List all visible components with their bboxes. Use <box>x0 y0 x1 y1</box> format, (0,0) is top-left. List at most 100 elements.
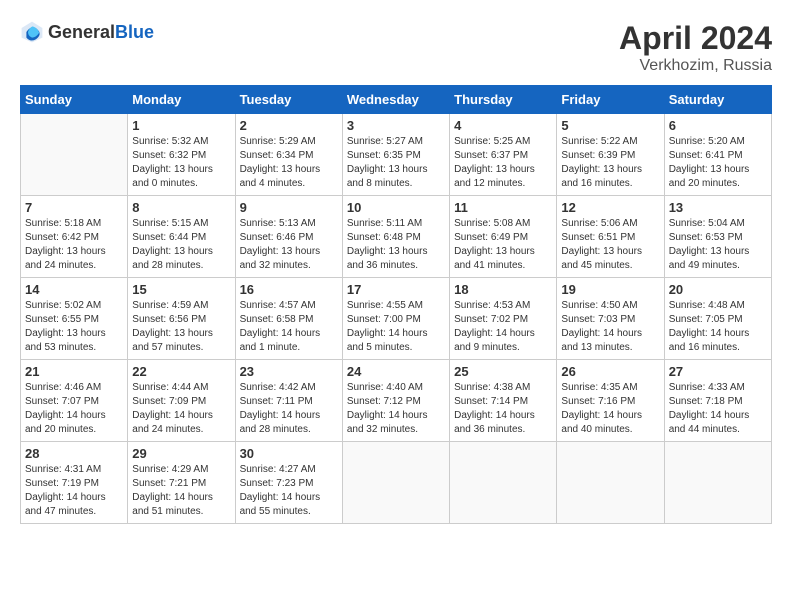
calendar-header-row: Sunday Monday Tuesday Wednesday Thursday… <box>21 86 772 114</box>
day-number: 23 <box>240 364 338 379</box>
calendar-week-row: 7Sunrise: 5:18 AMSunset: 6:42 PMDaylight… <box>21 196 772 278</box>
table-row: 29 Sunrise: 4:29 AMSunset: 7:21 PMDayligh… <box>128 442 235 524</box>
table-row: 1 Sunrise: 5:32 AMSunset: 6:32 PMDaylight… <box>128 114 235 196</box>
col-thursday: Thursday <box>450 86 557 114</box>
calendar-week-row: 28 Sunrise: 4:31 AMSunset: 7:19 PMDayligh… <box>21 442 772 524</box>
table-row: 13Sunrise: 5:04 AMSunset: 6:53 PMDayligh… <box>664 196 771 278</box>
table-row <box>664 442 771 524</box>
table-row: 12Sunrise: 5:06 AMSunset: 6:51 PMDayligh… <box>557 196 664 278</box>
day-number: 25 <box>454 364 552 379</box>
day-info: Sunrise: 5:29 AMSunset: 6:34 PMDaylight:… <box>240 135 338 191</box>
day-info: Sunrise: 5:11 AMSunset: 6:48 PMDaylight:… <box>347 217 445 273</box>
table-row: 18 Sunrise: 4:53 AMSunset: 7:02 PMDayligh… <box>450 278 557 360</box>
day-number: 13 <box>669 200 767 215</box>
logo-blue: Blue <box>115 22 154 42</box>
day-info: Sunrise: 4:53 AMSunset: 7:02 PMDaylight:… <box>454 299 552 355</box>
table-row <box>342 442 449 524</box>
day-number: 21 <box>25 364 123 379</box>
table-row: 10Sunrise: 5:11 AMSunset: 6:48 PMDayligh… <box>342 196 449 278</box>
table-row: 28 Sunrise: 4:31 AMSunset: 7:19 PMDayligh… <box>21 442 128 524</box>
day-number: 14 <box>25 282 123 297</box>
location-subtitle: Verkhozim, Russia <box>619 57 772 75</box>
day-number: 16 <box>240 282 338 297</box>
day-info: Sunrise: 4:48 AMSunset: 7:05 PMDaylight:… <box>669 299 767 355</box>
day-number: 15 <box>132 282 230 297</box>
logo-general: General <box>48 22 115 42</box>
day-info: Sunrise: 4:40 AMSunset: 7:12 PMDaylight:… <box>347 381 445 437</box>
table-row: 16 Sunrise: 4:57 AMSunset: 6:58 PMDayligh… <box>235 278 342 360</box>
table-row: 6 Sunrise: 5:20 AMSunset: 6:41 PMDaylight… <box>664 114 771 196</box>
day-number: 27 <box>669 364 767 379</box>
day-info: Sunrise: 5:20 AMSunset: 6:41 PMDaylight:… <box>669 135 767 191</box>
table-row: 3Sunrise: 5:27 AMSunset: 6:35 PMDaylight… <box>342 114 449 196</box>
day-info: Sunrise: 5:08 AMSunset: 6:49 PMDaylight:… <box>454 217 552 273</box>
table-row: 22 Sunrise: 4:44 AMSunset: 7:09 PMDayligh… <box>128 360 235 442</box>
table-row: 4Sunrise: 5:25 AMSunset: 6:37 PMDaylight… <box>450 114 557 196</box>
day-info: Sunrise: 4:50 AMSunset: 7:03 PMDaylight:… <box>561 299 659 355</box>
day-number: 2 <box>240 118 338 133</box>
day-info: Sunrise: 5:13 AMSunset: 6:46 PMDaylight:… <box>240 217 338 273</box>
day-info: Sunrise: 5:06 AMSunset: 6:51 PMDaylight:… <box>561 217 659 273</box>
table-row <box>21 114 128 196</box>
day-number: 18 <box>454 282 552 297</box>
col-friday: Friday <box>557 86 664 114</box>
month-title: April 2024 <box>619 20 772 57</box>
col-saturday: Saturday <box>664 86 771 114</box>
day-info: Sunrise: 5:02 AMSunset: 6:55 PMDaylight:… <box>25 299 123 355</box>
col-tuesday: Tuesday <box>235 86 342 114</box>
day-number: 9 <box>240 200 338 215</box>
day-info: Sunrise: 4:31 AMSunset: 7:19 PMDaylight:… <box>25 463 123 519</box>
day-number: 24 <box>347 364 445 379</box>
day-info: Sunrise: 4:57 AMSunset: 6:58 PMDaylight:… <box>240 299 338 355</box>
day-number: 1 <box>132 118 230 133</box>
day-info: Sunrise: 4:35 AMSunset: 7:16 PMDaylight:… <box>561 381 659 437</box>
table-row: 25Sunrise: 4:38 AMSunset: 7:14 PMDayligh… <box>450 360 557 442</box>
table-row: 2 Sunrise: 5:29 AMSunset: 6:34 PMDaylight… <box>235 114 342 196</box>
day-number: 19 <box>561 282 659 297</box>
day-info: Sunrise: 4:55 AMSunset: 7:00 PMDaylight:… <box>347 299 445 355</box>
day-number: 8 <box>132 200 230 215</box>
day-number: 6 <box>669 118 767 133</box>
day-number: 29 <box>132 446 230 461</box>
day-info: Sunrise: 4:46 AMSunset: 7:07 PMDaylight:… <box>25 381 123 437</box>
day-number: 11 <box>454 200 552 215</box>
day-number: 20 <box>669 282 767 297</box>
col-sunday: Sunday <box>21 86 128 114</box>
table-row <box>557 442 664 524</box>
day-info: Sunrise: 5:15 AMSunset: 6:44 PMDaylight:… <box>132 217 230 273</box>
table-row: 14 Sunrise: 5:02 AMSunset: 6:55 PMDayligh… <box>21 278 128 360</box>
day-info: Sunrise: 5:22 AMSunset: 6:39 PMDaylight:… <box>561 135 659 191</box>
table-row: 17 Sunrise: 4:55 AMSunset: 7:00 PMDayligh… <box>342 278 449 360</box>
table-row: 26Sunrise: 4:35 AMSunset: 7:16 PMDayligh… <box>557 360 664 442</box>
logo-text: GeneralBlue <box>48 22 154 43</box>
day-info: Sunrise: 4:42 AMSunset: 7:11 PMDaylight:… <box>240 381 338 437</box>
table-row: 9 Sunrise: 5:13 AMSunset: 6:46 PMDaylight… <box>235 196 342 278</box>
page-header: GeneralBlue April 2024 Verkhozim, Russia <box>20 20 772 75</box>
col-monday: Monday <box>128 86 235 114</box>
logo-icon <box>20 20 44 44</box>
table-row: 7Sunrise: 5:18 AMSunset: 6:42 PMDaylight… <box>21 196 128 278</box>
col-wednesday: Wednesday <box>342 86 449 114</box>
table-row: 5 Sunrise: 5:22 AMSunset: 6:39 PMDaylight… <box>557 114 664 196</box>
table-row: 23 Sunrise: 4:42 AMSunset: 7:11 PMDayligh… <box>235 360 342 442</box>
table-row: 30Sunrise: 4:27 AMSunset: 7:23 PMDayligh… <box>235 442 342 524</box>
calendar-week-row: 1 Sunrise: 5:32 AMSunset: 6:32 PMDaylight… <box>21 114 772 196</box>
calendar-week-row: 14 Sunrise: 5:02 AMSunset: 6:55 PMDayligh… <box>21 278 772 360</box>
day-number: 28 <box>25 446 123 461</box>
table-row: 20 Sunrise: 4:48 AMSunset: 7:05 PMDayligh… <box>664 278 771 360</box>
day-number: 7 <box>25 200 123 215</box>
day-info: Sunrise: 4:44 AMSunset: 7:09 PMDaylight:… <box>132 381 230 437</box>
day-info: Sunrise: 4:59 AMSunset: 6:56 PMDaylight:… <box>132 299 230 355</box>
table-row: 15 Sunrise: 4:59 AMSunset: 6:56 PMDayligh… <box>128 278 235 360</box>
day-info: Sunrise: 5:25 AMSunset: 6:37 PMDaylight:… <box>454 135 552 191</box>
day-info: Sunrise: 5:32 AMSunset: 6:32 PMDaylight:… <box>132 135 230 191</box>
calendar-week-row: 21 Sunrise: 4:46 AMSunset: 7:07 PMDayligh… <box>21 360 772 442</box>
day-number: 22 <box>132 364 230 379</box>
day-info: Sunrise: 4:29 AMSunset: 7:21 PMDaylight:… <box>132 463 230 519</box>
day-info: Sunrise: 4:27 AMSunset: 7:23 PMDaylight:… <box>240 463 338 519</box>
title-area: April 2024 Verkhozim, Russia <box>619 20 772 75</box>
calendar-table: Sunday Monday Tuesday Wednesday Thursday… <box>20 85 772 524</box>
day-number: 5 <box>561 118 659 133</box>
day-number: 17 <box>347 282 445 297</box>
logo: GeneralBlue <box>20 20 154 44</box>
